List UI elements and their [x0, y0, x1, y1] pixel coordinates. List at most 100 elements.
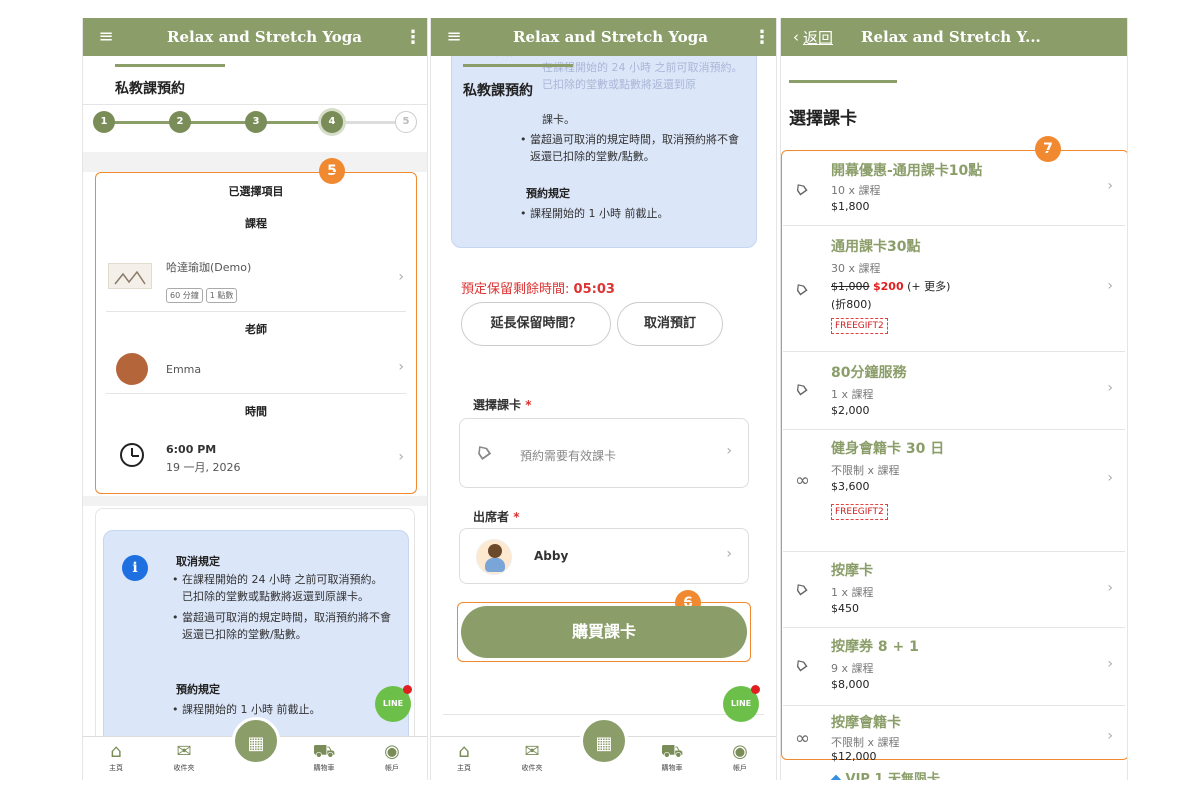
nav-home-label: 主頁: [457, 764, 471, 772]
time-section-label: 時間: [245, 405, 267, 418]
step-2[interactable]: 2: [169, 111, 191, 133]
tag-icon: ⌂: [790, 652, 812, 677]
title-accent-line: [789, 80, 897, 83]
bottom-navigation: ⌂ 主頁 ✉ 收件夾 ▦ ⛟ 購物車 ◉ 帳戶: [431, 717, 776, 780]
cancel-booking-button[interactable]: 取消預訂: [617, 302, 723, 346]
card-select-field[interactable]: ⌂ 預約需要有效課卡 ›: [459, 418, 749, 488]
section-gap: [83, 496, 427, 506]
line-chat-button[interactable]: LINE: [375, 685, 412, 722]
card-item[interactable]: ⌂ 開幕優惠-通用課卡10點 10 x 課程 $1,800 ›: [783, 152, 1125, 226]
chevron-right-icon: ›: [1107, 178, 1113, 194]
hamburger-menu-icon[interactable]: ≡: [83, 18, 129, 56]
nav-cart[interactable]: ⛟ 購物車: [647, 741, 697, 773]
calendar-icon[interactable]: ▦: [232, 717, 280, 765]
clock-icon: [120, 443, 144, 467]
card-count: 10 x 課程: [831, 184, 881, 197]
nav-home[interactable]: ⌂ 主頁: [91, 741, 141, 773]
select-card-screen: ‹ 返回 Relax and Stretch Y... 選擇課卡 7 ⌂ 開幕優惠…: [780, 18, 1128, 780]
chevron-right-icon: ›: [1107, 470, 1113, 486]
cancel-policy-item: 在課程開始的 24 小時 之前可取消預約。 已扣除的堂數或點數將返還到原課卡。: [170, 571, 396, 605]
top-app-bar: ≡ Relax and Stretch Yoga ⋮: [83, 18, 427, 56]
nav-inbox-label: 收件夾: [173, 764, 195, 772]
extend-hold-button[interactable]: 延長保留時間？: [461, 302, 611, 346]
card-price: $12,000: [831, 750, 877, 763]
inbox-icon: ✉: [176, 741, 192, 762]
card-discount: (折800): [831, 298, 872, 311]
cancel-policy-item: 當超過可取消的規定時間，取消預約將不會返還已扣除的堂數/點數。: [518, 131, 744, 165]
top-app-bar: ≡ Relax and Stretch Yoga ⋮: [431, 18, 776, 56]
card-item[interactable]: ⌂ 通用課卡30點 30 x 課程 $1,000 $200 (+ 更多) (折8…: [783, 226, 1125, 352]
chevron-right-icon: ›: [1107, 380, 1113, 396]
chevron-right-icon: ›: [1107, 278, 1113, 294]
account-icon: ◉: [384, 741, 400, 762]
card-price: $8,000: [831, 678, 870, 691]
sale-price: $200: [873, 280, 904, 293]
cancel-policy-list: 當超過可取消的規定時間，取消預約將不會返還已扣除的堂數/點數。: [518, 131, 744, 165]
card-price: $1,800: [831, 200, 870, 213]
booking-policy-item: 課程開始的 1 小時 前截止。: [518, 205, 744, 222]
nav-account[interactable]: ◉ 帳戶: [715, 741, 765, 773]
app-title: Relax and Stretch Yoga: [167, 28, 362, 46]
cart-icon: ⛟: [312, 741, 336, 762]
required-mark: *: [525, 398, 532, 412]
cancel-policy-item: 當超過可取消的規定時間，取消預約將不會返還已扣除的堂數/點數。: [170, 609, 396, 643]
more-options-icon[interactable]: ⋮: [748, 27, 776, 48]
page-title: 私教課預約: [115, 81, 185, 97]
info-icon: i: [122, 555, 148, 581]
more-options-icon[interactable]: ⋮: [399, 27, 427, 48]
nav-inbox[interactable]: ✉ 收件夾: [159, 741, 209, 773]
calendar-icon[interactable]: ▦: [580, 717, 628, 765]
nav-cart[interactable]: ⛟ 購物車: [299, 741, 349, 773]
section-gap: [83, 152, 427, 172]
line-chat-button[interactable]: LINE: [723, 685, 760, 722]
nav-account[interactable]: ◉ 帳戶: [367, 741, 417, 773]
points-tag: 1 點數: [205, 288, 238, 303]
coupon-tag: FREEGIFT2: [831, 318, 888, 334]
card-item[interactable]: ⌂ 按摩卡 1 x 課程 $450 ›: [783, 552, 1125, 628]
booking-summary-screen: ≡ Relax and Stretch Yoga ⋮ 私教課預約 1 2 3 4…: [82, 18, 428, 780]
back-button[interactable]: ‹ 返回: [781, 27, 861, 48]
app-title: Relax and Stretch Y...: [861, 28, 1041, 46]
card-item[interactable]: ∞ 按摩會籍卡 不限制 x 課程 $12,000 ›: [783, 706, 1125, 763]
diamond-icon: ◆: [831, 772, 841, 780]
card-item[interactable]: ⌂ 按摩券 8 + 1 9 x 課程 $8,000 ›: [783, 628, 1125, 706]
cancel-policy-title: 取消規定: [176, 555, 220, 568]
card-count: 9 x 課程: [831, 662, 874, 675]
step-3[interactable]: 3: [245, 111, 267, 133]
infinity-icon: ∞: [795, 728, 810, 749]
summary-header: 已選擇項目: [228, 185, 284, 198]
card-count: 不限制 x 課程: [831, 736, 900, 749]
card-name: 通用課卡30點: [831, 239, 921, 255]
card-name: 按摩券 8 + 1: [831, 639, 919, 655]
stepper-remaining-line: [339, 121, 399, 124]
card-price: $2,000: [831, 404, 870, 417]
attendee-select-field[interactable]: Abby ›: [459, 528, 749, 584]
buy-card-button[interactable]: 購買課卡: [461, 606, 747, 658]
course-name: 哈達瑜珈(Demo): [166, 261, 252, 274]
divider: [106, 311, 406, 312]
booking-policy-item: 課程開始的 1 小時 前截止。: [170, 701, 396, 718]
chevron-right-icon: ›: [398, 359, 404, 375]
card-price: $450: [831, 602, 859, 615]
nav-inbox-label: 收件夾: [521, 764, 543, 772]
teacher-row[interactable]: Emma ›: [96, 345, 416, 393]
chevron-right-icon: ›: [726, 443, 732, 459]
card-name: 80分鐘服務: [831, 365, 907, 381]
course-row[interactable]: 哈達瑜珈(Demo) 60 分鐘 1 點數 ›: [96, 245, 416, 311]
tag-icon: ⌂: [790, 376, 812, 401]
faded-cancel-item: 在課程開始的 24 小時 之前可取消預約。 已扣除的堂數或點數將返還到原: [542, 61, 743, 91]
step-4[interactable]: 4: [321, 111, 343, 133]
card-price-line: $1,000 $200 (+ 更多): [831, 278, 950, 294]
tag-icon: ⌂: [790, 176, 812, 201]
time-row[interactable]: 6:00 PM 19 一月, 2026 ›: [96, 429, 416, 489]
card-name: 按摩會籍卡: [831, 715, 901, 731]
card-item[interactable]: ∞ 健身會籍卡 30 日 不限制 x 課程 $3,600 FREEGIFT2 ›: [783, 430, 1125, 552]
card-item[interactable]: ⌂ 80分鐘服務 1 x 課程 $2,000 ›: [783, 352, 1125, 430]
step-1[interactable]: 1: [93, 111, 115, 133]
hamburger-menu-icon[interactable]: ≡: [431, 18, 477, 56]
booking-stepper: 1 2 3 4 5: [93, 110, 423, 134]
attendee-label: 出席者: [473, 510, 510, 524]
nav-home[interactable]: ⌂ 主頁: [439, 741, 489, 773]
card-item-partial[interactable]: ◆ VIP 1 天無限卡: [831, 768, 940, 780]
nav-inbox[interactable]: ✉ 收件夾: [507, 741, 557, 773]
